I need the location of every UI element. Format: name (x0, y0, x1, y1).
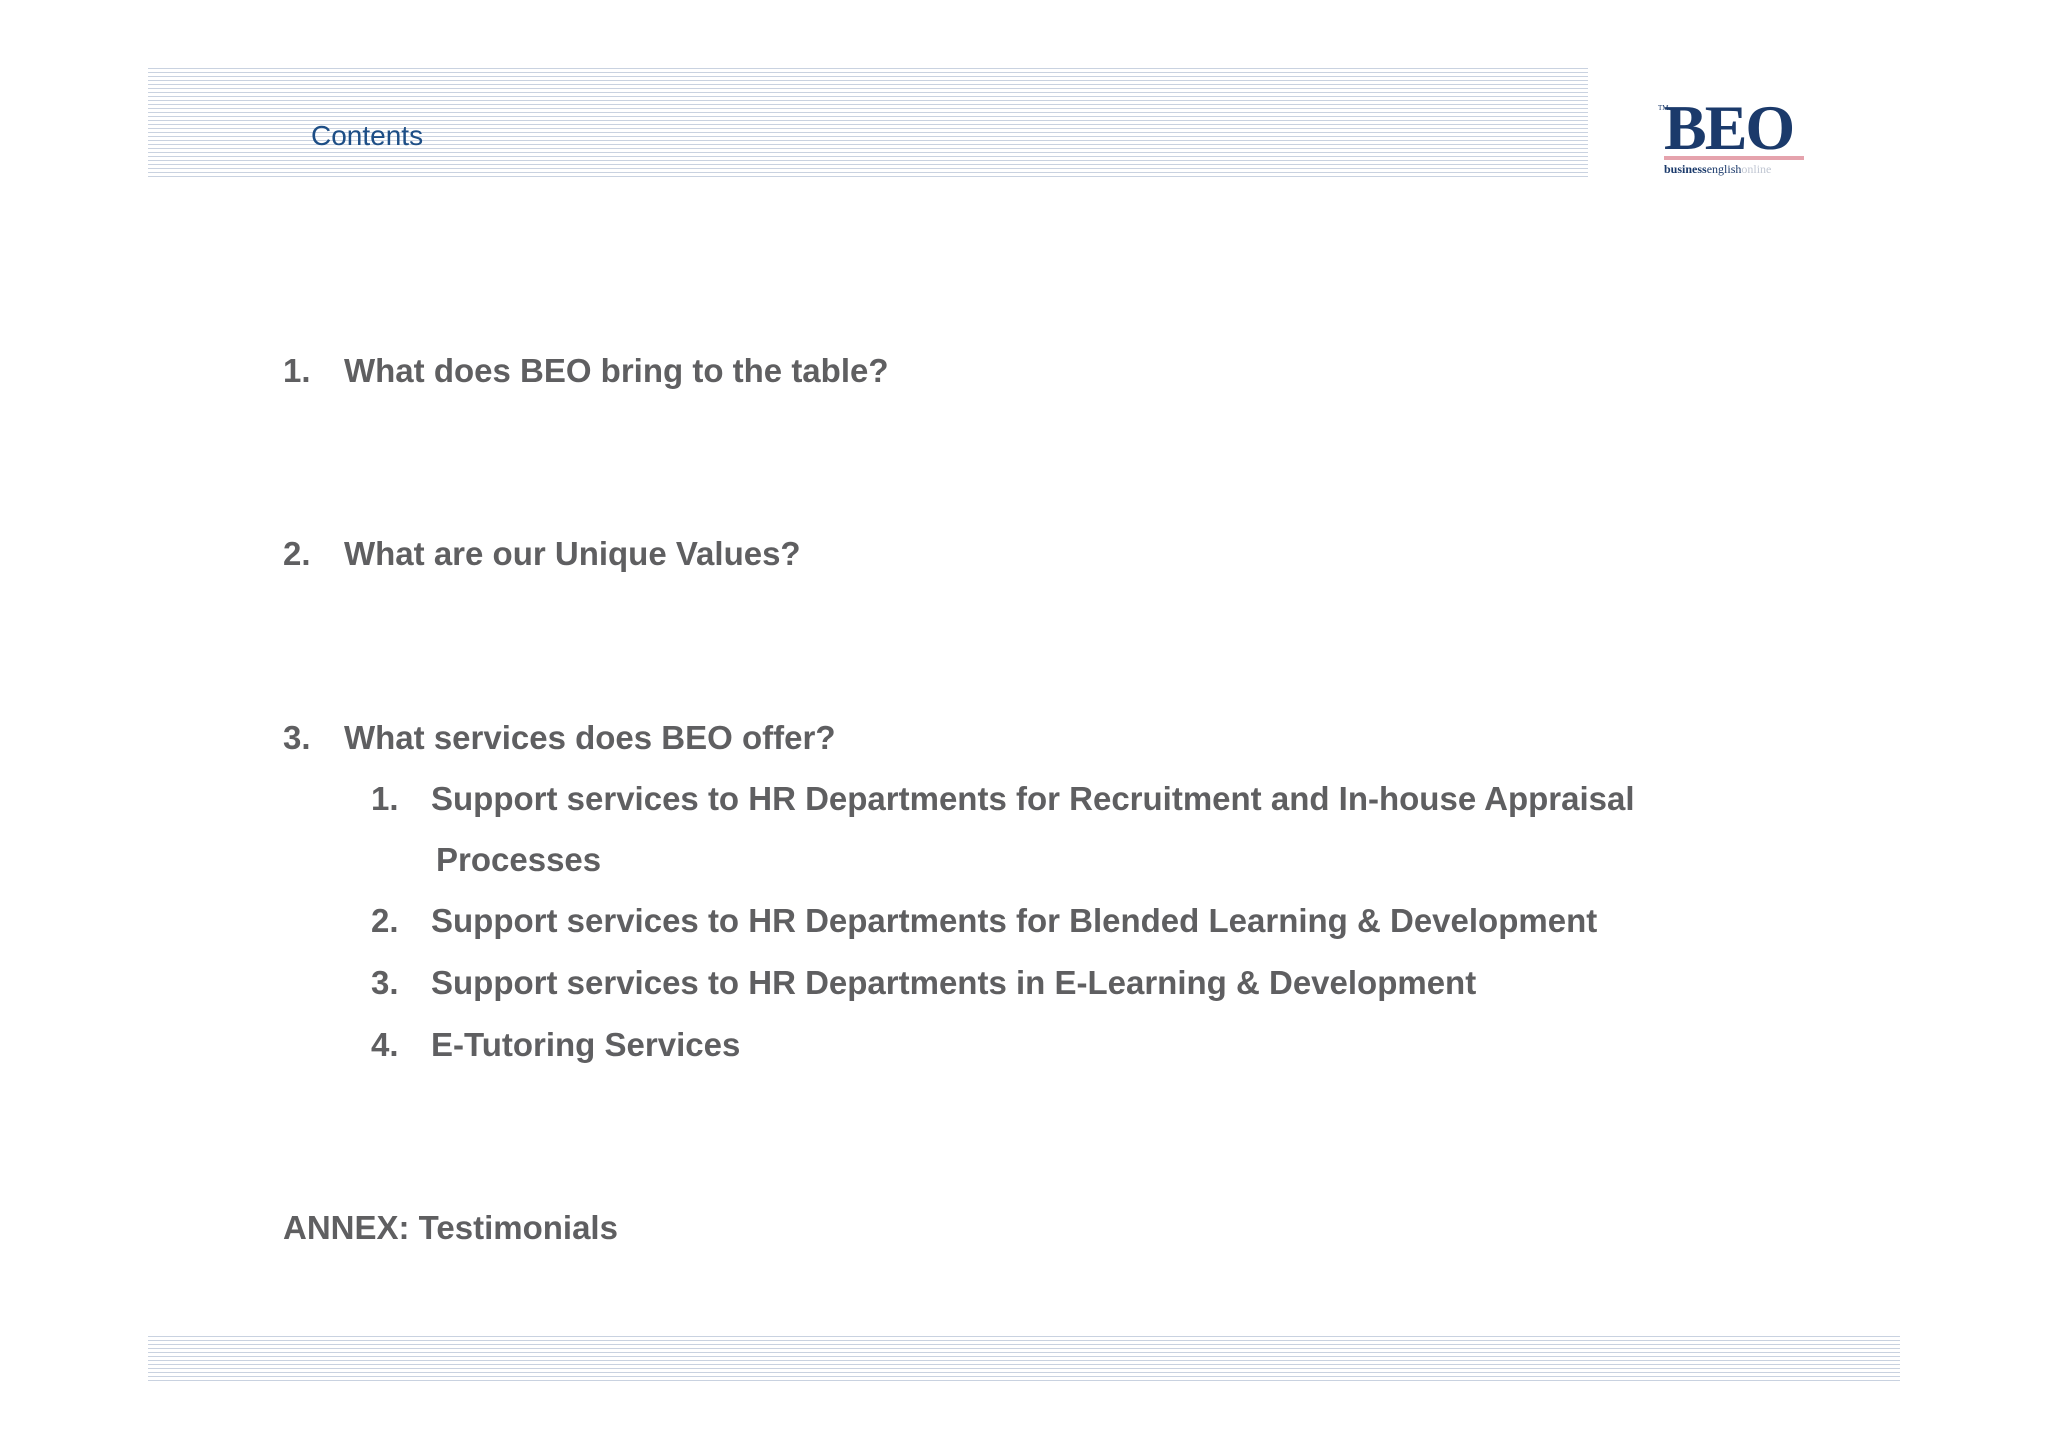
toc-subitem-number: 4. (371, 1026, 399, 1063)
toc-annex: ANNEX: Testimonials (283, 1209, 618, 1247)
logo-wordmark: BEO (1664, 92, 1795, 163)
page-title: Contents (311, 120, 424, 151)
toc-subitem-text: Support services to HR Departments for R… (431, 780, 1635, 817)
toc-subitem-text: E-Tutoring Services (431, 1026, 741, 1063)
beo-logo: TM BEO businessenglishonline (1658, 96, 1808, 180)
toc-subitem-text: Support services to HR Departments for B… (431, 902, 1598, 939)
toc-item-text: What services does BEO offer? (344, 719, 836, 756)
toc-subitem-number: 2. (371, 902, 399, 939)
toc-annex-text: ANNEX: Testimonials (283, 1209, 618, 1246)
toc-subitem-text: Processes (436, 841, 602, 878)
toc-item-number: 2. (283, 535, 311, 572)
toc-item-text: What does BEO bring to the table? (344, 352, 889, 389)
toc-subitem-number: 3. (371, 964, 399, 1001)
toc-subitem-number: 1. (371, 780, 399, 817)
toc-subitem-1-continuation: Processes (436, 841, 601, 879)
toc-item-number: 1. (283, 352, 311, 389)
toc-subitem-text: Support services to HR Departments in E-… (431, 964, 1477, 1001)
footer-stripes (148, 1336, 1900, 1382)
logo-underline (1664, 156, 1804, 160)
toc-item-text: What are our Unique Values? (344, 535, 801, 572)
logo-tagline: businessenglishonline (1664, 162, 1772, 176)
toc-item-number: 3. (283, 719, 311, 756)
